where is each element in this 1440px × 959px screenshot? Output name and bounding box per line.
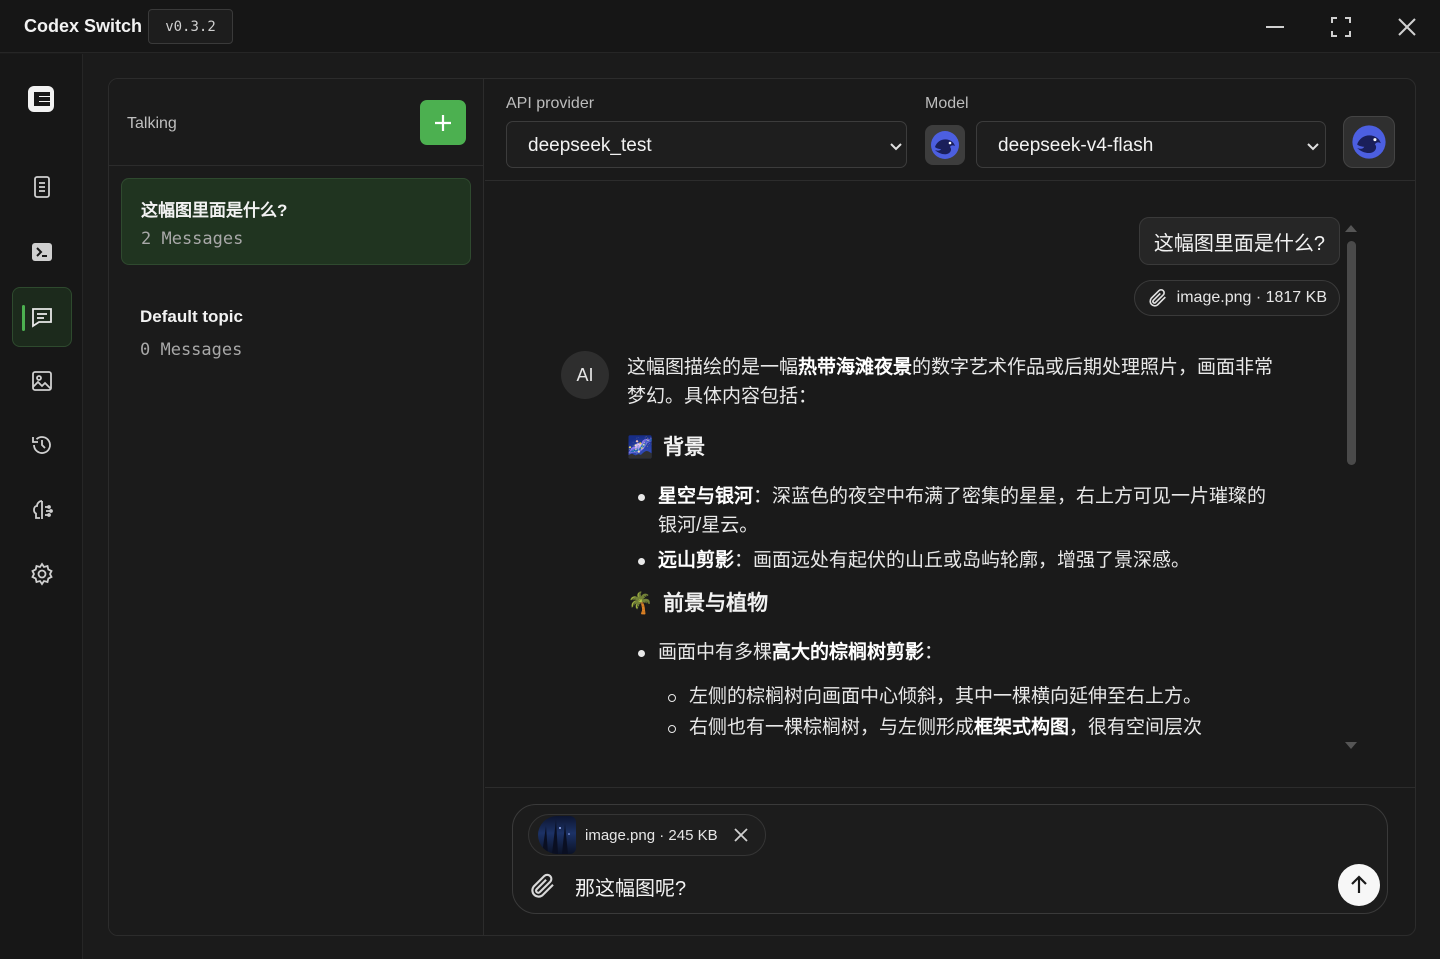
- version-badge: v0.3.2: [148, 9, 233, 44]
- bullet-list: 画面中有多棵高大的棕榈树剪影：: [627, 638, 1277, 667]
- deepseek-whale-icon: [931, 131, 959, 159]
- ai-intro: 这幅图描绘的是一幅热带海滩夜景的数字艺术作品或后期处理照片，画面非常梦幻。具体内…: [627, 357, 1274, 407]
- plus-icon: [435, 114, 451, 131]
- list-item: 右侧也有一棵棕榈树，与左侧形成框架式构图，很有空间层次: [627, 713, 1277, 742]
- milky-way-emoji: 🌌: [627, 436, 654, 459]
- scrollbar-thumb[interactable]: [1347, 241, 1356, 465]
- history-icon: [32, 436, 51, 454]
- chevron-down-icon: [890, 143, 902, 151]
- topics-title: Talking: [127, 115, 177, 132]
- arrow-up-icon: [1351, 875, 1367, 893]
- document-icon: [34, 176, 50, 198]
- close-icon: [1398, 18, 1416, 36]
- send-button[interactable]: [1338, 864, 1380, 906]
- chat-icon: [32, 308, 52, 328]
- maximize-button[interactable]: [1321, 10, 1361, 44]
- ai-message: 这幅图描绘的是一幅热带海滩夜景的数字艺术作品或后期处理照片，画面非常梦幻。具体内…: [627, 353, 1277, 744]
- provider-label: API provider: [506, 95, 595, 112]
- nav-item-images[interactable]: [12, 351, 72, 411]
- paperclip-icon: [531, 873, 554, 898]
- topic-item[interactable]: Default topic 0 Messages: [121, 290, 471, 377]
- app-logo-icon: [23, 81, 59, 117]
- file-thumbnail: [538, 816, 576, 854]
- user-message-bubble: 这幅图里面是什么?: [1138, 217, 1340, 265]
- list-item: 左侧的棕榈树向画面中心倾斜，其中一棵横向延伸至右上方。: [627, 682, 1277, 711]
- terminal-icon: [32, 243, 52, 261]
- composer-area: image.png · 245 KB: [485, 787, 1415, 935]
- chevron-down-icon: [1307, 143, 1319, 151]
- user-attachment-chip[interactable]: image.png · 1817 KB: [1133, 280, 1340, 316]
- nav-item-documents[interactable]: [12, 157, 72, 217]
- maximize-icon: [1331, 17, 1351, 37]
- topics-panel: Talking 这幅图里面是什么? 2 Messages Default top…: [109, 79, 484, 935]
- nav-item-chat[interactable]: [12, 287, 72, 347]
- nav-item-skills[interactable]: [12, 480, 72, 540]
- nav-rail: [0, 54, 83, 959]
- scroll-down-icon[interactable]: [1344, 741, 1358, 751]
- nav-item-history[interactable]: [12, 415, 72, 475]
- remove-file-icon[interactable]: [732, 826, 750, 844]
- palm-tree-emoji: 🌴: [627, 592, 654, 615]
- list-item: 画面中有多棵高大的棕榈树剪影：: [627, 638, 1277, 667]
- model-avatar: [1343, 116, 1395, 168]
- file-name: image.png · 245 KB: [585, 826, 718, 844]
- section-heading: 🌴 前景与植物: [627, 589, 1277, 618]
- minimize-icon: [1266, 26, 1284, 28]
- topic-title: 这幅图里面是什么?: [141, 201, 288, 220]
- topic-item[interactable]: 这幅图里面是什么? 2 Messages: [121, 178, 471, 265]
- minimize-button[interactable]: [1255, 10, 1295, 44]
- section-heading: 🌌 背景: [627, 433, 1277, 462]
- message-input[interactable]: [575, 869, 1315, 903]
- nav-item-terminal[interactable]: [12, 222, 72, 282]
- list-item: 远山剪影：画面远处有起伏的山丘或岛屿轮廓，增强了景深感。: [627, 546, 1277, 575]
- brain-icon: [33, 500, 53, 519]
- ai-avatar: AI: [561, 351, 609, 399]
- gear-icon: [31, 562, 53, 586]
- model-select-value: deepseek-v4-flash: [998, 135, 1154, 156]
- add-topic-button[interactable]: [420, 100, 466, 145]
- model-label: Model: [925, 95, 969, 112]
- attach-file-button[interactable]: [528, 871, 558, 901]
- message-list[interactable]: 这幅图里面是什么? image.png · 1817 KB AI 这幅图描绘的是…: [485, 181, 1415, 754]
- provider-avatar: [925, 125, 965, 165]
- title-bar: Codex Switch v0.3.2: [0, 0, 1440, 53]
- bullet-list: 星空与银河：深蓝色的夜空中布满了密集的星星，右上方可见一片璀璨的银河/星云。 远…: [627, 482, 1277, 575]
- topic-message-count: 0 Messages: [140, 340, 243, 360]
- topics-header: Talking: [109, 79, 484, 166]
- paperclip-icon: [1149, 288, 1166, 307]
- scroll-up-icon[interactable]: [1344, 223, 1358, 233]
- pending-file-chip[interactable]: image.png · 245 KB: [528, 814, 766, 856]
- list-item: 星空与银河：深蓝色的夜空中布满了密集的星星，右上方可见一片璀璨的银河/星云。: [627, 482, 1277, 540]
- attachment-label: image.png · 1817 KB: [1176, 289, 1327, 306]
- close-window-button[interactable]: [1387, 10, 1427, 44]
- app-title: Codex Switch: [24, 16, 143, 36]
- chat-header: API provider deepseek_test Model deepsee…: [485, 79, 1415, 181]
- sub-bullet-list: 左侧的棕榈树向画面中心倾斜，其中一棵横向延伸至右上方。 右侧也有一棵棕榈树，与左…: [627, 682, 1277, 742]
- nav-item-settings[interactable]: [12, 544, 72, 604]
- section-title: 背景: [663, 436, 706, 459]
- provider-select-value: deepseek_test: [528, 135, 652, 156]
- topic-title: Default topic: [140, 307, 243, 326]
- image-icon: [32, 371, 52, 391]
- composer: image.png · 245 KB: [512, 804, 1388, 914]
- model-select[interactable]: deepseek-v4-flash: [976, 121, 1326, 168]
- main-card: Talking 这幅图里面是什么? 2 Messages Default top…: [108, 78, 1416, 936]
- provider-select[interactable]: deepseek_test: [506, 121, 907, 168]
- section-title: 前景与植物: [663, 592, 769, 615]
- topic-message-count: 2 Messages: [141, 229, 244, 249]
- deepseek-whale-icon: [1352, 125, 1386, 159]
